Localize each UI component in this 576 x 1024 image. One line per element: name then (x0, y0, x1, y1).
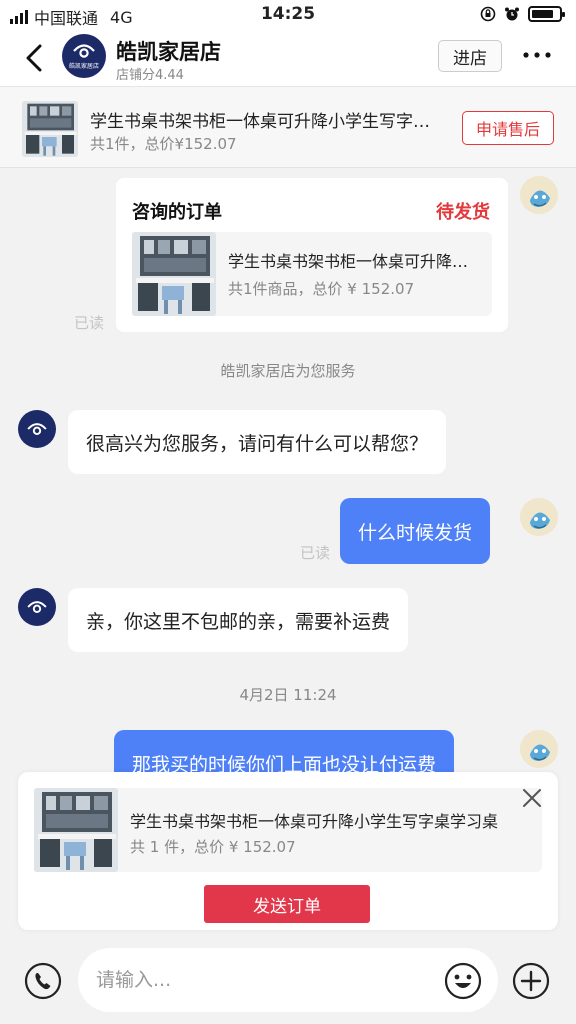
chevron-left-icon (26, 44, 42, 72)
read-receipt: 已读 (74, 314, 105, 332)
eye-logo-icon (73, 44, 95, 58)
product-thumbnail (34, 788, 118, 872)
desk-image (132, 232, 216, 316)
popup-product[interactable]: 学生书桌书架书柜一体桌可升降小学生写字桌学习桌 共 1 件，总价 ¥ 152.0… (34, 788, 542, 872)
popup-product-summary: 共 1 件，总价 ¥ 152.07 (130, 838, 296, 856)
enter-store-button[interactable]: 进店 (438, 40, 502, 72)
eye-logo-icon (27, 423, 47, 435)
shop-logo[interactable]: 皓凯家居店 (62, 34, 106, 78)
eye-logo-icon (27, 601, 47, 613)
more-actions-button[interactable] (512, 962, 550, 1000)
system-notice: 皓凯家居店为您服务 (220, 362, 356, 380)
popup-product-title: 学生书桌书架书柜一体桌可升降小学生写字桌学习桌 (130, 812, 499, 831)
order-summary: 共1件，总价¥152.07 (90, 135, 237, 153)
consulted-order-card[interactable]: 咨询的订单 待发货 学生书桌书架书柜一体桌可升降小学生写字桌学习桌 共1件商品，… (116, 178, 508, 332)
send-order-popup: 学生书桌书架书柜一体桌可升降小学生写字桌学习桌 共 1 件，总价 ¥ 152.0… (18, 772, 558, 930)
voice-button[interactable] (24, 962, 62, 1000)
input-bar (0, 936, 576, 1024)
message-input[interactable] (78, 948, 498, 1012)
user-avatar[interactable] (520, 176, 558, 214)
emoji-icon (444, 962, 482, 1000)
order-status: 待发货 (436, 202, 490, 223)
more-icon (523, 52, 551, 58)
shop-name[interactable]: 皓凯家居店 (116, 36, 221, 66)
chat-header: 皓凯家居店 皓凯家居店 店铺分4.44 进店 (0, 30, 576, 86)
user-avatar-image (520, 730, 558, 768)
order-card-product[interactable]: 学生书桌书架书柜一体桌可升降小学生写字桌学习桌 共1件商品，总价 ¥ 152.0… (132, 232, 492, 316)
shop-message-bubble[interactable]: 很高兴为您服务，请问有什么可以帮您？ (68, 410, 447, 474)
plus-icon (512, 962, 550, 1000)
order-product-title: 学生书桌书架书柜一体桌可升降小学生写字桌学习桌 (90, 112, 430, 132)
alarm-icon (505, 7, 519, 21)
emoji-button[interactable] (444, 962, 482, 1000)
read-receipt: 已读 (300, 544, 331, 562)
product-thumbnail (132, 232, 216, 316)
shop-score: 店铺分4.44 (116, 68, 184, 83)
more-options-button[interactable] (520, 40, 554, 70)
user-avatar[interactable] (520, 498, 558, 536)
shop-avatar[interactable] (18, 588, 56, 626)
send-order-button[interactable]: 发送订单 (204, 885, 370, 923)
status-bar: 中国联通 4G 14:25 (0, 0, 576, 30)
user-avatar[interactable] (520, 730, 558, 768)
user-message-bubble[interactable]: 什么时候发货 (340, 498, 491, 564)
shop-message-bubble[interactable]: 亲，你这里不包邮的亲，需要补运费 (68, 588, 409, 652)
apply-after-sale-button[interactable]: 申请售后 (462, 111, 554, 145)
status-right (480, 6, 565, 22)
phone-icon (24, 962, 62, 1000)
orientation-lock-icon (480, 6, 496, 22)
logo-text: 皓凯家居店 (68, 63, 99, 70)
desk-image (34, 788, 118, 872)
message-timestamp: 4月2日 11:24 (239, 686, 337, 704)
desk-image (22, 101, 78, 157)
order-card-title: 咨询的订单 (132, 202, 222, 223)
product-thumbnail (22, 101, 78, 157)
battery-icon (528, 6, 565, 22)
shop-avatar[interactable] (18, 410, 56, 448)
order-bar[interactable]: 学生书桌书架书柜一体桌可升降小学生写字桌学习桌 共1件，总价¥152.07 申请… (0, 86, 576, 168)
close-icon (523, 789, 541, 807)
user-avatar-image (520, 176, 558, 214)
order-card-product-summary: 共1件商品，总价 ¥ 152.07 (228, 280, 415, 298)
user-avatar-image (520, 498, 558, 536)
close-popup-button[interactable] (518, 784, 546, 812)
order-card-product-title: 学生书桌书架书柜一体桌可升降小学生写字桌学习桌 (228, 252, 484, 271)
back-button[interactable] (20, 40, 50, 76)
